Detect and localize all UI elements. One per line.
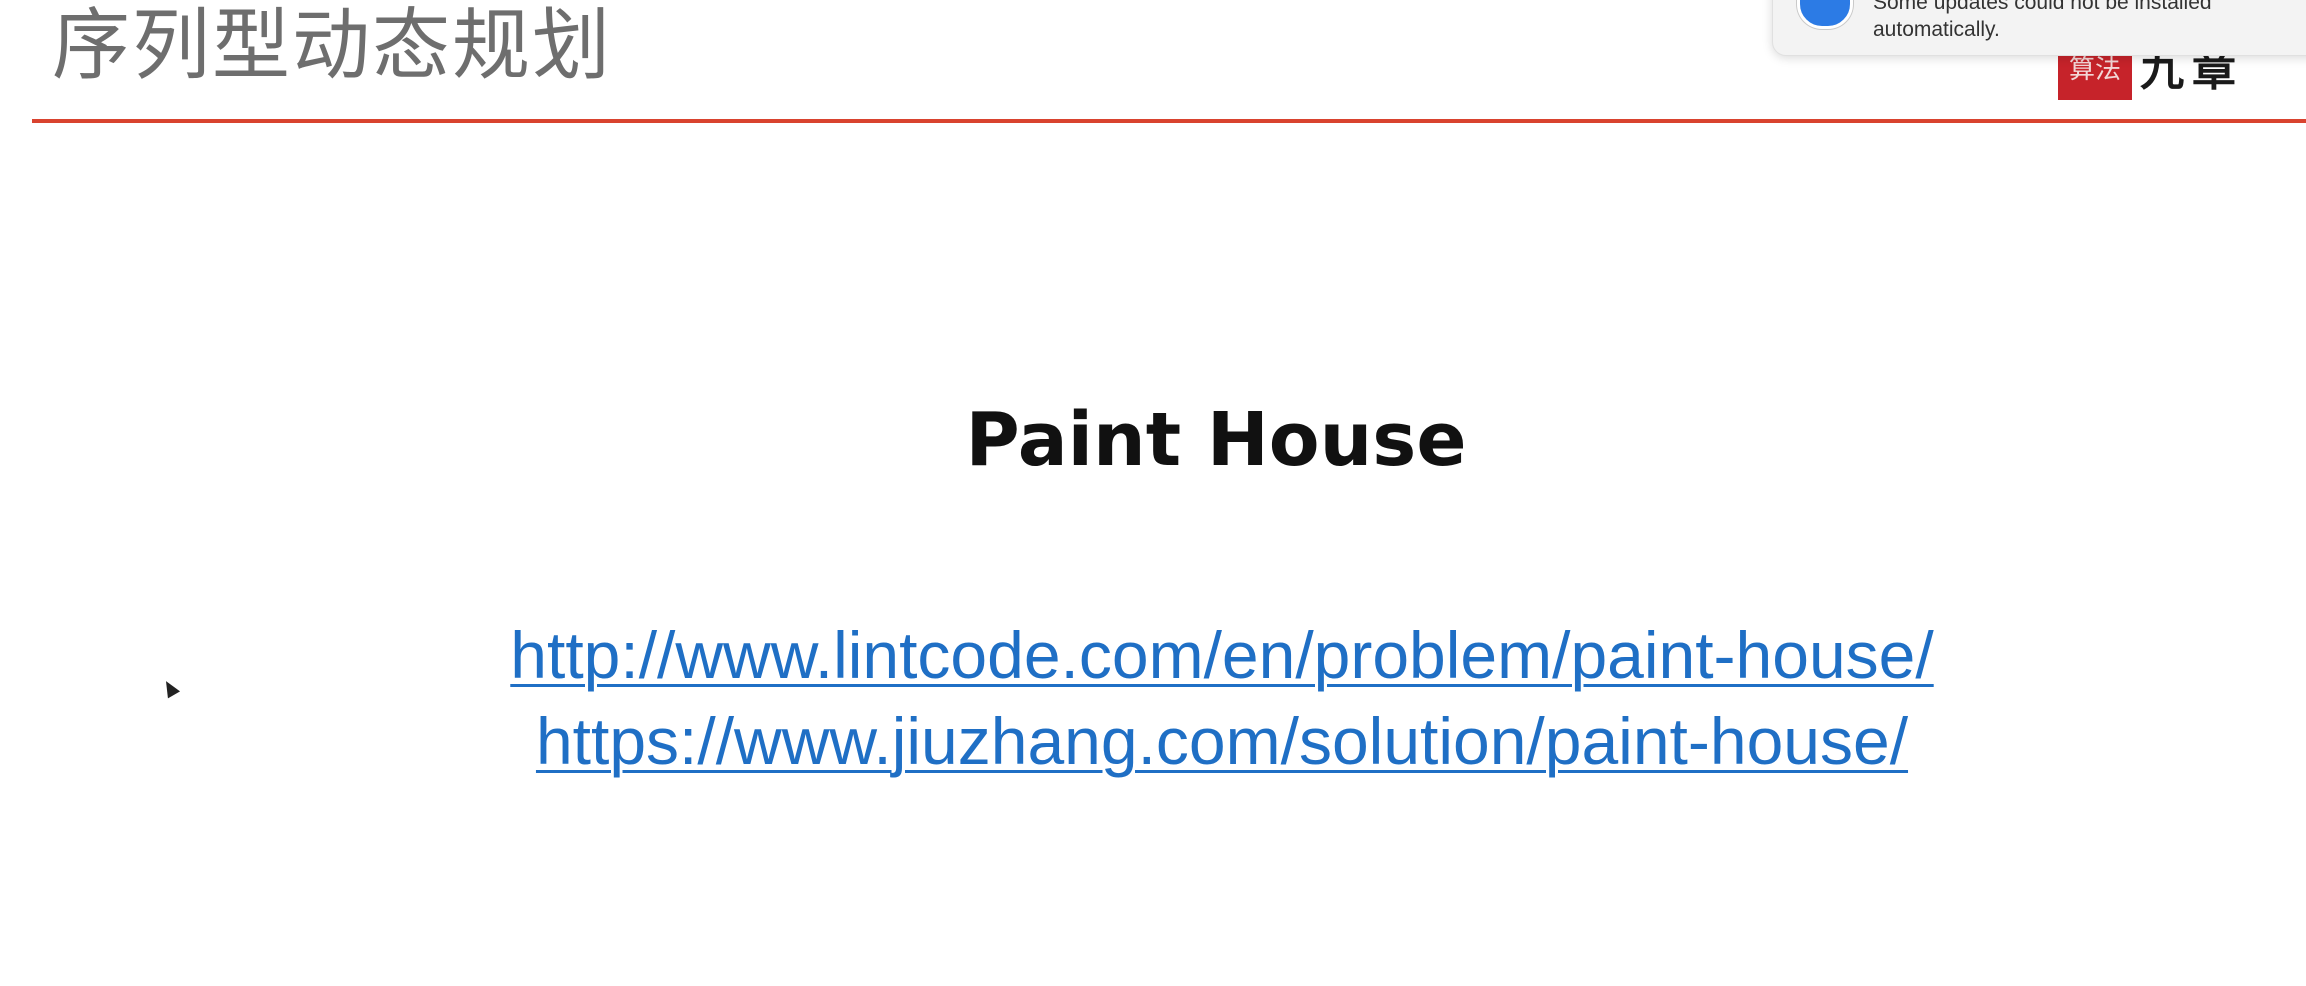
notification-message: Some updates could not be installed auto… — [1873, 0, 2306, 43]
lintcode-problem-link[interactable]: http://www.lintcode.com/en/problem/paint… — [0, 612, 2306, 698]
notification-line-1: Some updates could not be installed — [1873, 0, 2212, 14]
slide: 序列型动态规划 算法 九章 Paint House http://www.lin… — [0, 0, 2306, 986]
update-notification[interactable]: Some updates could not be installed auto… — [1772, 0, 2306, 56]
slide-title: 序列型动态规划 — [52, 1, 613, 91]
links-block: http://www.lintcode.com/en/problem/paint… — [0, 612, 2306, 784]
app-store-update-icon — [1797, 0, 1853, 29]
jiuzhang-solution-link[interactable]: https://www.jiuzhang.com/solution/paint-… — [0, 698, 2306, 784]
title-divider — [32, 119, 2306, 123]
slide-heading: Paint House — [965, 397, 1467, 483]
notification-line-2: automatically. — [1873, 18, 2000, 41]
logo-seal: 算法 — [2058, 50, 2132, 100]
